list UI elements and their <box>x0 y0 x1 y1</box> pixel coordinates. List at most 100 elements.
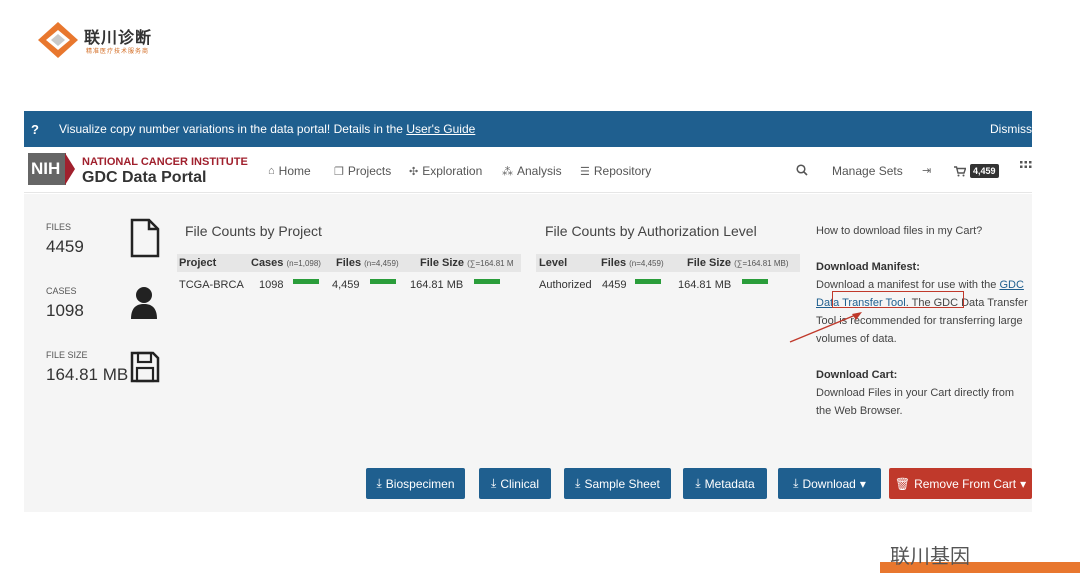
col-cases[interactable]: Cases (n=1,098) <box>251 257 321 269</box>
cases-value[interactable]: 1098 <box>259 279 283 291</box>
auth-table-title: File Counts by Authorization Level <box>545 223 757 239</box>
nav-home-label: Home <box>278 164 311 178</box>
download-icon: ⤓ <box>575 476 581 490</box>
exploration-icon: ✣ <box>409 165 419 178</box>
repository-icon: ☰ <box>580 165 590 178</box>
highlight-annotation-box <box>832 291 964 308</box>
download-icon: ⤓ <box>376 476 382 490</box>
col-auth-files-label: Files <box>601 257 627 269</box>
metadata-label: Metadata <box>704 476 755 491</box>
nav-exploration[interactable]: ✣ Exploration <box>409 164 482 178</box>
file-icon <box>130 218 160 258</box>
login-button[interactable]: ⇥ <box>922 164 931 177</box>
cases-summary-label: CASES <box>46 286 77 296</box>
manage-sets-link[interactable]: Manage Sets <box>832 164 903 178</box>
biospecimen-button[interactable]: ⤓ Biospecimen <box>366 468 465 499</box>
remove-from-cart-button[interactable]: 🗑 Remove From Cart ▾ <box>889 468 1032 499</box>
download-label: Download <box>802 476 856 491</box>
caret-down-icon: ▾ <box>859 476 866 491</box>
banner-text: Visualize copy number variations in the … <box>59 122 407 136</box>
nav-repository[interactable]: ☰ Repository <box>580 164 651 178</box>
logo-name: 联川诊断 <box>84 28 153 47</box>
sample-sheet-button[interactable]: ⤓ Sample Sheet <box>564 468 671 499</box>
cases-bar <box>293 279 319 284</box>
top-navigation: NIH NATIONAL CANCER INSTITUTE GDC Data P… <box>24 147 1032 193</box>
biospecimen-label: Biospecimen <box>385 476 455 491</box>
nav-home[interactable]: ⌂ Home <box>268 164 311 178</box>
trash-icon: 🗑 <box>894 476 911 491</box>
users-guide-link[interactable]: User's Guide <box>406 122 475 136</box>
banner-message: Visualize copy number variations in the … <box>59 122 475 136</box>
size-summary-value: 164.81 MB <box>46 365 129 384</box>
size-summary-label: FILE SIZE <box>46 350 88 360</box>
cart-button[interactable]: 4,459 <box>954 164 999 178</box>
annotation-arrow-icon <box>789 312 862 343</box>
search-button[interactable] <box>796 164 808 176</box>
nav-projects-label: Projects <box>347 164 392 178</box>
user-icon <box>131 287 157 319</box>
nih-logo[interactable]: NIH <box>28 153 66 185</box>
size-value: 164.81 MB <box>410 279 464 291</box>
caret-down-icon: ▾ <box>1020 476 1027 491</box>
col-cases-label: Cases <box>251 257 284 269</box>
col-files-note: (n=4,459) <box>364 259 399 268</box>
download-icon: ⤓ <box>491 476 497 490</box>
login-icon: ⇥ <box>922 165 932 177</box>
project-table-header: Project Cases (n=1,098) Files (n=4,459) … <box>177 254 521 272</box>
logo-tagline: 精准医疗技术服务商 <box>86 49 150 55</box>
auth-files-value: 4459 <box>602 279 627 291</box>
projects-icon: ❐ <box>334 165 344 178</box>
nav-exploration-label: Exploration <box>422 164 483 178</box>
col-size[interactable]: File Size (∑=164.81 M <box>420 257 514 269</box>
clinical-button[interactable]: ⤓ Clinical <box>479 468 551 499</box>
manage-sets-label: Manage Sets <box>832 164 903 178</box>
project-table-title: File Counts by Project <box>185 223 322 239</box>
files-value[interactable]: 4,459 <box>332 279 360 291</box>
manifest-text: Download a manifest for use with the <box>816 279 1000 291</box>
home-icon: ⌂ <box>268 165 275 177</box>
files-summary-label: FILES <box>46 222 72 232</box>
logo-mark-icon <box>38 22 78 58</box>
apps-button[interactable] <box>1020 161 1032 173</box>
analysis-icon: ⁂ <box>502 165 513 178</box>
nih-logo-arrow <box>65 153 75 185</box>
level-value: Authorized <box>539 279 592 291</box>
col-auth-size-label: File Size <box>687 257 732 269</box>
clinical-label: Clinical <box>500 476 539 491</box>
auth-size-value: 164.81 MB <box>678 279 732 291</box>
metadata-button[interactable]: ⤓ Metadata <box>683 468 767 499</box>
size-bar <box>474 279 500 284</box>
nav-analysis-label: Analysis <box>517 164 562 178</box>
cases-summary-value: 1098 <box>46 301 84 320</box>
dismiss-button[interactable]: Dismiss <box>990 122 1032 136</box>
col-project[interactable]: Project <box>179 257 216 269</box>
cart-count-badge: 4,459 <box>970 164 999 178</box>
col-size-note: (∑=164.81 M <box>467 259 514 268</box>
cart-download-title: Download Cart: <box>816 369 898 381</box>
nav-projects[interactable]: ❐ Projects <box>334 164 391 178</box>
save-icon <box>130 351 160 383</box>
project-link[interactable]: TCGA-BRCA <box>179 279 244 291</box>
col-auth-files-note: (n=4,459) <box>629 259 664 268</box>
portal-name[interactable]: GDC Data Portal <box>82 169 206 187</box>
col-auth-files[interactable]: Files (n=4,459) <box>601 257 664 269</box>
cart-icon <box>954 165 966 176</box>
watermark-text: 联川基因 <box>890 546 970 568</box>
col-files[interactable]: Files (n=4,459) <box>336 257 399 269</box>
manifest-title: Download Manifest: <box>816 261 920 273</box>
col-level[interactable]: Level <box>539 257 567 269</box>
cart-download-description: Download Files in your Cart directly fro… <box>816 387 1015 417</box>
help-icon: ? <box>31 122 39 137</box>
sample-sheet-label: Sample Sheet <box>584 476 660 491</box>
download-icon: ⤓ <box>695 476 701 490</box>
search-icon <box>796 164 808 176</box>
col-cases-note: (n=1,098) <box>286 259 321 268</box>
files-summary-value: 4459 <box>46 237 84 256</box>
nav-analysis[interactable]: ⁂ Analysis <box>502 164 562 178</box>
grid-icon <box>1020 161 1032 168</box>
auth-size-bar <box>742 279 768 284</box>
col-auth-size[interactable]: File Size (∑=164.81 MB) <box>687 257 789 269</box>
announcement-banner: ? Visualize copy number variations in th… <box>24 111 1032 147</box>
download-dropdown-button[interactable]: ⤓ Download ▾ <box>778 468 881 499</box>
institute-name: NATIONAL CANCER INSTITUTE <box>82 156 248 168</box>
